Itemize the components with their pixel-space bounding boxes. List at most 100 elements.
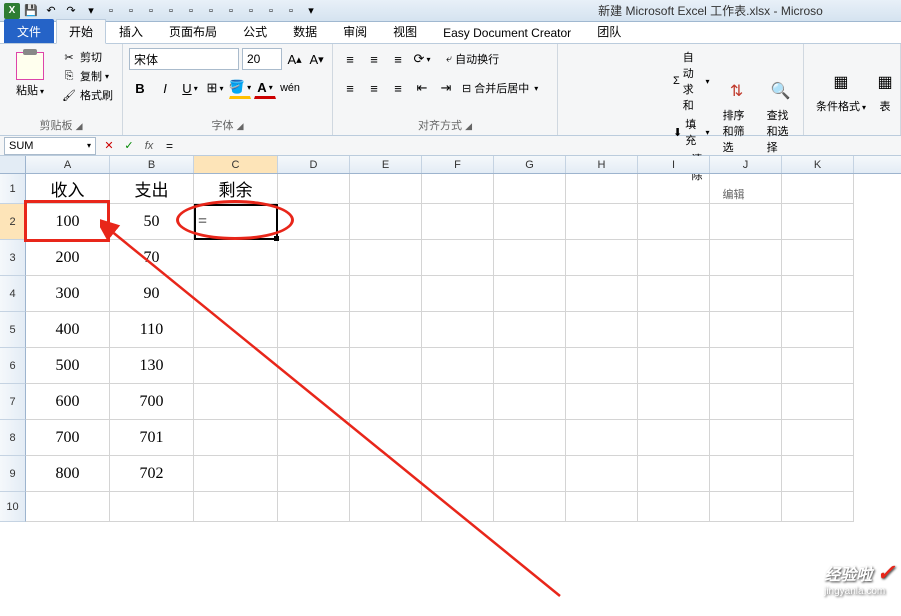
cell-J3[interactable] bbox=[710, 240, 782, 276]
cell-B2[interactable]: 50 bbox=[110, 204, 194, 240]
cell-B9[interactable]: 702 bbox=[110, 456, 194, 492]
bold-button[interactable]: B bbox=[129, 77, 151, 99]
cell-H8[interactable] bbox=[566, 420, 638, 456]
cell-D8[interactable] bbox=[278, 420, 350, 456]
cell-D10[interactable] bbox=[278, 492, 350, 522]
cell-A6[interactable]: 500 bbox=[26, 348, 110, 384]
cell-J7[interactable] bbox=[710, 384, 782, 420]
merge-center-button[interactable]: ⊟合并后居中 bbox=[459, 79, 541, 97]
cell-I4[interactable] bbox=[638, 276, 710, 312]
cell-C8[interactable] bbox=[194, 420, 278, 456]
cell-B1[interactable]: 支出 bbox=[110, 174, 194, 204]
formula-input[interactable] bbox=[162, 137, 901, 155]
cell-I3[interactable] bbox=[638, 240, 710, 276]
cell-I6[interactable] bbox=[638, 348, 710, 384]
cell-I5[interactable] bbox=[638, 312, 710, 348]
tab-formulas[interactable]: 公式 bbox=[230, 19, 280, 43]
cell-H7[interactable] bbox=[566, 384, 638, 420]
cell-A10[interactable] bbox=[26, 492, 110, 522]
cell-E9[interactable] bbox=[350, 456, 422, 492]
tab-edc[interactable]: Easy Document Creator bbox=[430, 22, 584, 43]
cell-H9[interactable] bbox=[566, 456, 638, 492]
tab-team[interactable]: 团队 bbox=[584, 19, 634, 43]
redo-icon[interactable]: ↷ bbox=[62, 2, 80, 20]
align-right-icon[interactable]: ≡ bbox=[387, 77, 409, 99]
align-bottom-icon[interactable]: ≡ bbox=[387, 48, 409, 70]
cell-E1[interactable] bbox=[350, 174, 422, 204]
cell-E4[interactable] bbox=[350, 276, 422, 312]
format-painter-button[interactable]: 🖌格式刷 bbox=[58, 86, 116, 104]
cell-C2[interactable]: = bbox=[194, 204, 278, 240]
cell-I2[interactable] bbox=[638, 204, 710, 240]
border-button[interactable]: ⊞ bbox=[204, 77, 226, 99]
col-header-K[interactable]: K bbox=[782, 156, 854, 173]
cell-K1[interactable] bbox=[782, 174, 854, 204]
cell-B6[interactable]: 130 bbox=[110, 348, 194, 384]
qat-extra10-icon[interactable]: ▫ bbox=[282, 2, 300, 20]
qat-extra8-icon[interactable]: ▫ bbox=[242, 2, 260, 20]
table-style-button[interactable]: ▦ 表 bbox=[876, 48, 894, 133]
cell-K5[interactable] bbox=[782, 312, 854, 348]
qat-extra4-icon[interactable]: ▫ bbox=[162, 2, 180, 20]
col-header-F[interactable]: F bbox=[422, 156, 494, 173]
orientation-icon[interactable]: ⟳ bbox=[411, 48, 433, 70]
qat-extra3-icon[interactable]: ▫ bbox=[142, 2, 160, 20]
cell-B4[interactable]: 90 bbox=[110, 276, 194, 312]
qat-extra9-icon[interactable]: ▫ bbox=[262, 2, 280, 20]
cell-E7[interactable] bbox=[350, 384, 422, 420]
tab-insert[interactable]: 插入 bbox=[106, 19, 156, 43]
cell-D1[interactable] bbox=[278, 174, 350, 204]
cell-C7[interactable] bbox=[194, 384, 278, 420]
cut-button[interactable]: ✂剪切 bbox=[58, 48, 116, 66]
cell-C9[interactable] bbox=[194, 456, 278, 492]
enter-formula-icon[interactable]: ✓ bbox=[120, 137, 138, 155]
row-header-8[interactable]: 8 bbox=[0, 420, 26, 456]
cell-H3[interactable] bbox=[566, 240, 638, 276]
shrink-font-icon[interactable]: A▾ bbox=[307, 48, 326, 70]
cell-A1[interactable]: 收入 bbox=[26, 174, 110, 204]
cell-E3[interactable] bbox=[350, 240, 422, 276]
row-header-5[interactable]: 5 bbox=[0, 312, 26, 348]
cell-D2[interactable] bbox=[278, 204, 350, 240]
indent-increase-icon[interactable]: ⇥ bbox=[435, 77, 457, 99]
cell-J8[interactable] bbox=[710, 420, 782, 456]
cell-A9[interactable]: 800 bbox=[26, 456, 110, 492]
cell-C1[interactable]: 剩余 bbox=[194, 174, 278, 204]
row-header-6[interactable]: 6 bbox=[0, 348, 26, 384]
paste-button[interactable]: 粘贴 bbox=[10, 50, 50, 100]
cell-H6[interactable] bbox=[566, 348, 638, 384]
italic-button[interactable]: I bbox=[154, 77, 176, 99]
cell-C10[interactable] bbox=[194, 492, 278, 522]
cell-F3[interactable] bbox=[422, 240, 494, 276]
qat-more-icon[interactable]: ▾ bbox=[82, 2, 100, 20]
cell-J1[interactable] bbox=[710, 174, 782, 204]
cell-K4[interactable] bbox=[782, 276, 854, 312]
cell-F9[interactable] bbox=[422, 456, 494, 492]
cell-G1[interactable] bbox=[494, 174, 566, 204]
cell-G6[interactable] bbox=[494, 348, 566, 384]
qat-extra1-icon[interactable]: ▫ bbox=[102, 2, 120, 20]
cell-K10[interactable] bbox=[782, 492, 854, 522]
qat-extra5-icon[interactable]: ▫ bbox=[182, 2, 200, 20]
tab-layout[interactable]: 页面布局 bbox=[156, 19, 230, 43]
cancel-formula-icon[interactable]: ✕ bbox=[100, 137, 118, 155]
cell-F8[interactable] bbox=[422, 420, 494, 456]
cell-H4[interactable] bbox=[566, 276, 638, 312]
cell-G5[interactable] bbox=[494, 312, 566, 348]
cell-G3[interactable] bbox=[494, 240, 566, 276]
cell-J10[interactable] bbox=[710, 492, 782, 522]
cell-G10[interactable] bbox=[494, 492, 566, 522]
align-top-icon[interactable]: ≡ bbox=[339, 48, 361, 70]
cell-I7[interactable] bbox=[638, 384, 710, 420]
cell-A8[interactable]: 700 bbox=[26, 420, 110, 456]
cell-B3[interactable]: 70 bbox=[110, 240, 194, 276]
row-header-7[interactable]: 7 bbox=[0, 384, 26, 420]
name-box[interactable]: SUM▾ bbox=[4, 137, 96, 155]
col-header-E[interactable]: E bbox=[350, 156, 422, 173]
col-header-J[interactable]: J bbox=[710, 156, 782, 173]
cell-D5[interactable] bbox=[278, 312, 350, 348]
cell-I1[interactable] bbox=[638, 174, 710, 204]
cell-J2[interactable] bbox=[710, 204, 782, 240]
conditional-format-button[interactable]: ▦ 条件格式 bbox=[810, 48, 872, 133]
phonetic-button[interactable]: wén bbox=[279, 77, 301, 99]
